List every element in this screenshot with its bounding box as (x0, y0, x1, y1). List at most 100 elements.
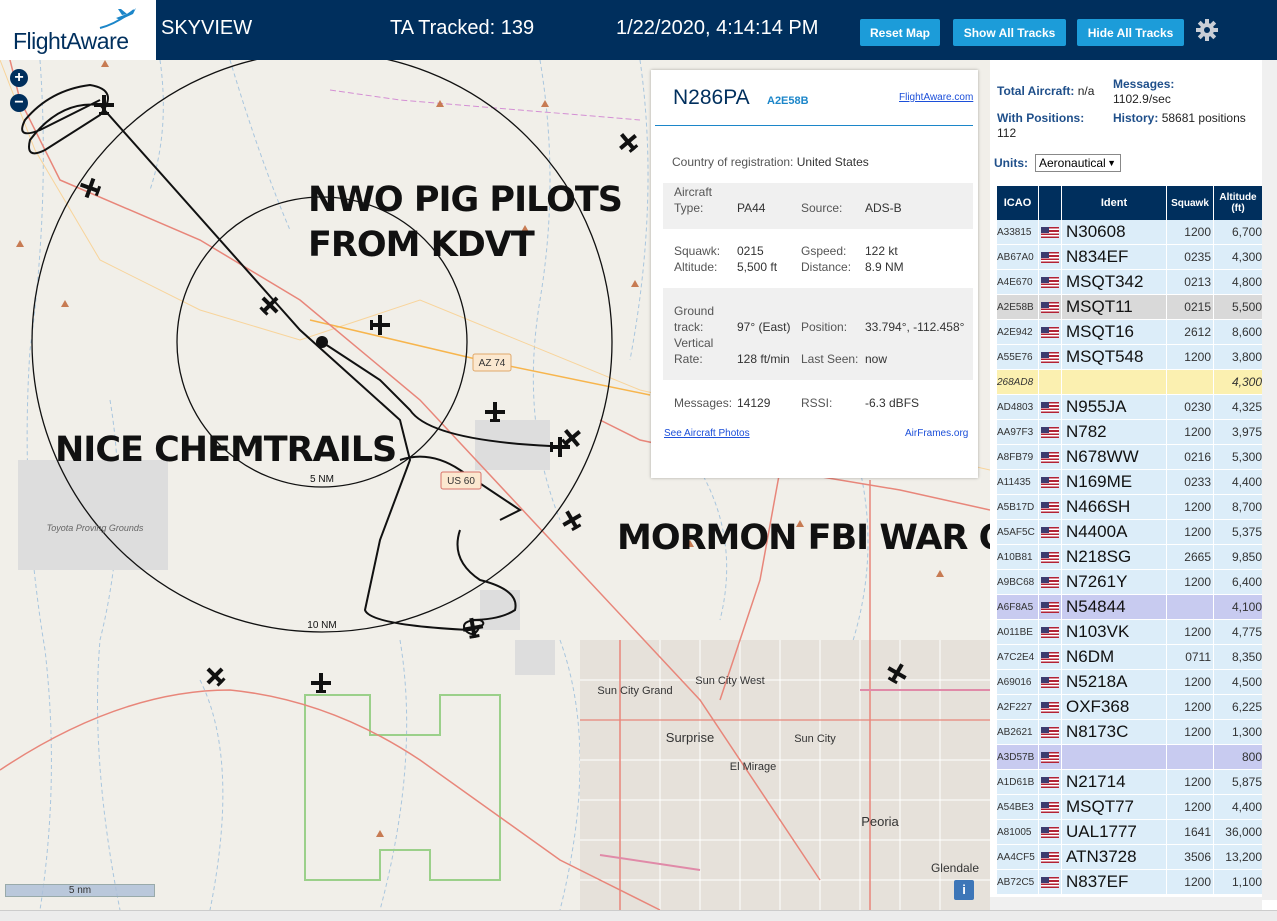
table-row[interactable]: A10B81 N218SG 2665 9,850 (997, 545, 1262, 570)
squawk-cell: 1200 (1167, 570, 1213, 594)
table-row[interactable]: A9BC68 N7261Y 1200 6,400 (997, 570, 1262, 595)
svg-text:AZ 74: AZ 74 (479, 358, 506, 369)
table-row[interactable]: A2E942 MSQT16 2612 8,600 (997, 320, 1262, 345)
table-row[interactable]: A5B17D N466SH 1200 8,700 (997, 495, 1262, 520)
units-value: Aeronautical (1039, 156, 1106, 170)
table-row[interactable]: A33815 N30608 1200 6,700 (997, 220, 1262, 245)
table-row[interactable]: AA4CF5 ATN3728 3506 13,200 (997, 845, 1262, 870)
icao-cell: A5AF5C (997, 520, 1038, 544)
flag-cell (1039, 295, 1061, 319)
icao-cell: A10B81 (997, 545, 1038, 569)
table-row[interactable]: AB67A0 N834EF 0235 4,300 (997, 245, 1262, 270)
table-row[interactable]: A55E76 MSQT548 1200 3,800 (997, 345, 1262, 370)
flightaware-logo[interactable]: FlightAware (0, 0, 156, 60)
ident-cell: N169ME (1062, 470, 1166, 494)
flag-cell (1039, 620, 1061, 644)
table-row[interactable]: A011BE N103VK 1200 4,775 (997, 620, 1262, 645)
squawk-cell: 1200 (1167, 795, 1213, 819)
column-ident[interactable]: Ident (1062, 186, 1167, 220)
table-row[interactable]: 268AD8 4,300 (997, 370, 1262, 395)
table-row[interactable]: AA97F3 N782 1200 3,975 (997, 420, 1262, 445)
vertical-scrollbar[interactable] (1262, 60, 1277, 900)
road-shield-us60: US 60 (440, 471, 482, 490)
overlay-text-chemtrails: NICE CHEMTRAILS (55, 430, 397, 470)
table-row[interactable]: A2F227 OXF368 1200 6,225 (997, 695, 1262, 720)
squawk-cell: 2665 (1167, 545, 1213, 569)
flightaware-link[interactable]: FlightAware.com (899, 92, 973, 103)
column-altitude[interactable]: Altitude (ft) (1214, 186, 1262, 220)
altitude-cell: 8,600 (1214, 320, 1262, 344)
zoom-in-button[interactable]: + (10, 69, 28, 87)
table-row[interactable]: A1D61B N21714 1200 5,875 (997, 770, 1262, 795)
ident-cell: N8173C (1062, 720, 1166, 744)
table-row[interactable]: AB72C5 N837EF 1200 1,100 (997, 870, 1262, 895)
flag-cell (1039, 345, 1061, 369)
reset-map-button[interactable]: Reset Map (860, 19, 940, 46)
table-row[interactable]: A3D57B 800 (997, 745, 1262, 770)
squawk-cell: 0215 (1167, 295, 1213, 319)
table-row[interactable]: AB2621 N8173C 1200 1,300 (997, 720, 1262, 745)
hide-all-tracks-button[interactable]: Hide All Tracks (1077, 19, 1184, 46)
table-row[interactable]: A2E58B MSQT11 0215 5,500 (997, 295, 1262, 320)
us-flag-icon (1041, 626, 1059, 638)
aircraft-icon (311, 673, 331, 693)
icao-cell: A7C2E4 (997, 645, 1038, 669)
road-shield-az74: AZ 74 (472, 353, 512, 372)
table-row[interactable]: A11435 N169ME 0233 4,400 (997, 470, 1262, 495)
units-select[interactable]: Aeronautical ▼ (1035, 154, 1121, 172)
rssi-label: RSSI: (801, 396, 833, 410)
source-label: Source: (801, 201, 843, 215)
us-flag-icon (1041, 426, 1059, 438)
squawk-cell: 0711 (1167, 645, 1213, 669)
airframes-link[interactable]: AirFrames.org (905, 428, 968, 439)
flag-cell (1039, 820, 1061, 844)
altitude-cell: 6,700 (1214, 220, 1262, 244)
rssi-value: -6.3 dBFS (865, 396, 920, 410)
svg-text:US 60: US 60 (447, 476, 475, 487)
messages-label: Messages: (674, 396, 733, 410)
table-row[interactable]: A5AF5C N4400A 1200 5,375 (997, 520, 1262, 545)
messages-rate-value: 1102.9/sec (1113, 92, 1171, 106)
table-row[interactable]: A81005 UAL1777 1641 36,000 (997, 820, 1262, 845)
table-row[interactable]: A69016 N5218A 1200 4,500 (997, 670, 1262, 695)
gear-icon[interactable] (1195, 18, 1219, 42)
ident-cell: N54844 (1062, 595, 1166, 619)
map-info-button[interactable]: i (954, 880, 974, 900)
column-altitude-label: Altitude (1219, 192, 1257, 203)
icao-cell: A6F8A5 (997, 595, 1038, 619)
aircraft-photos-link[interactable]: See Aircraft Photos (664, 428, 750, 439)
aircraft-detail-popup: N286PA A2E58B FlightAware.com Country of… (651, 70, 978, 478)
squawk-cell (1167, 595, 1213, 619)
show-all-tracks-button[interactable]: Show All Tracks (953, 19, 1066, 46)
altitude-cell: 1,100 (1214, 870, 1262, 894)
table-row[interactable]: A6F8A5 N54844 4,100 (997, 595, 1262, 620)
squawk-cell: 1200 (1167, 720, 1213, 744)
icao-cell: AB2621 (997, 720, 1038, 744)
icao-cell: A2E58B (997, 295, 1038, 319)
distance-label: Distance: (801, 260, 852, 274)
column-icao[interactable]: ICAO (997, 186, 1039, 220)
aircraft-table-header: ICAO Ident Squawk Altitude (ft) (997, 186, 1262, 220)
horizontal-scrollbar[interactable] (990, 897, 1262, 910)
icao-cell: A9BC68 (997, 570, 1038, 594)
us-flag-icon (1041, 876, 1059, 888)
altitude-cell: 1,300 (1214, 720, 1262, 744)
column-squawk[interactable]: Squawk (1167, 186, 1214, 220)
table-row[interactable]: AD4803 N955JA 0230 4,325 (997, 395, 1262, 420)
range-label-5nm: 5 NM (310, 474, 334, 485)
us-flag-icon (1041, 301, 1059, 313)
type-label-1: Aircraft (674, 185, 713, 199)
ident-cell: N5218A (1062, 670, 1166, 694)
zoom-out-button[interactable]: − (10, 94, 28, 112)
table-row[interactable]: A54BE3 MSQT77 1200 4,400 (997, 795, 1262, 820)
table-row[interactable]: A7C2E4 N6DM 0711 8,350 (997, 645, 1262, 670)
squawk-cell: 0235 (1167, 245, 1213, 269)
table-row[interactable]: A4E670 MSQT342 0213 4,800 (997, 270, 1262, 295)
ident-cell: MSQT342 (1062, 270, 1166, 294)
table-row[interactable]: A8FB79 N678WW 0216 5,300 (997, 445, 1262, 470)
squawk-cell: 1200 (1167, 420, 1213, 444)
lastseen-label: Last Seen: (801, 352, 859, 366)
icao-cell: A3D57B (997, 745, 1038, 769)
gspeed-value: 122 kt (865, 244, 898, 258)
column-flag[interactable] (1039, 186, 1062, 220)
